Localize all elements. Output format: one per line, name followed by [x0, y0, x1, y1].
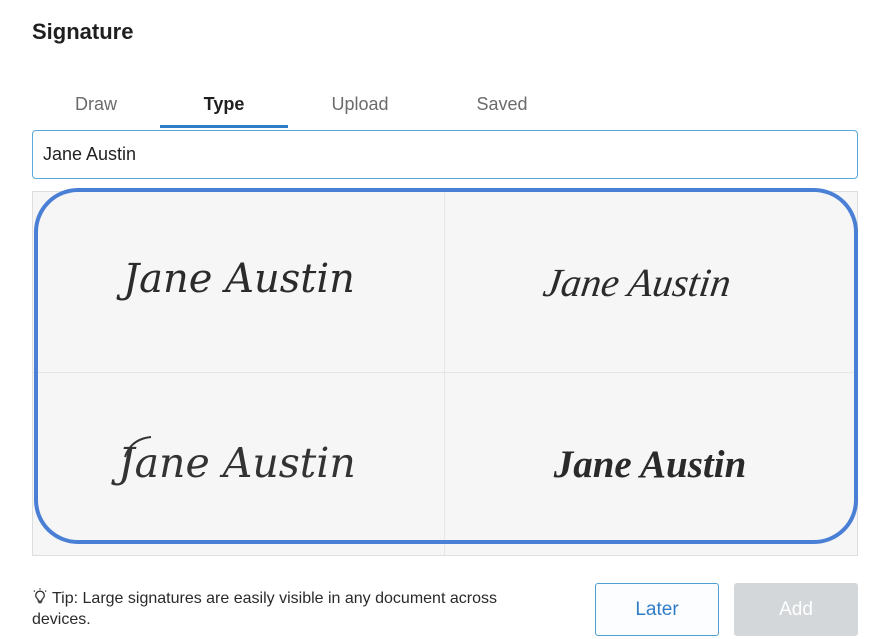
signature-option-3-text: Jane Austin [111, 439, 356, 487]
add-button[interactable]: Add [734, 583, 858, 636]
tab-type[interactable]: Type [160, 88, 288, 128]
signature-option-3[interactable]: Jane Austin [33, 373, 445, 555]
tip-label: Tip: Large signatures are easily visible… [32, 590, 497, 628]
tab-draw[interactable]: Draw [32, 88, 160, 128]
signature-option-4[interactable]: Jane Austin [445, 373, 857, 555]
dialog-title: Signature [32, 19, 134, 44]
signature-option-4-text: Jane Austin [553, 443, 747, 486]
signature-name-input[interactable] [32, 130, 858, 179]
signature-option-2-text: Jane Austin [541, 260, 734, 305]
signature-option-2[interactable]: Jane Austin [445, 192, 857, 373]
signature-style-grid: Jane Austin Jane Austin Jane Austin Jane… [32, 191, 858, 556]
signature-option-1[interactable]: Jane Austin [33, 192, 445, 373]
lightbulb-icon [33, 588, 47, 604]
signature-option-1-text: Jane Austin [116, 256, 355, 302]
signature-dialog: Signature Draw Type Upload Saved Jane Au… [0, 0, 882, 639]
signature-tabs: Draw Type Upload Saved [32, 88, 572, 130]
tab-saved[interactable]: Saved [432, 88, 572, 128]
later-button[interactable]: Later [595, 583, 719, 636]
tip-text: Tip: Large signatures are easily visible… [32, 588, 552, 630]
tab-upload[interactable]: Upload [288, 88, 432, 128]
